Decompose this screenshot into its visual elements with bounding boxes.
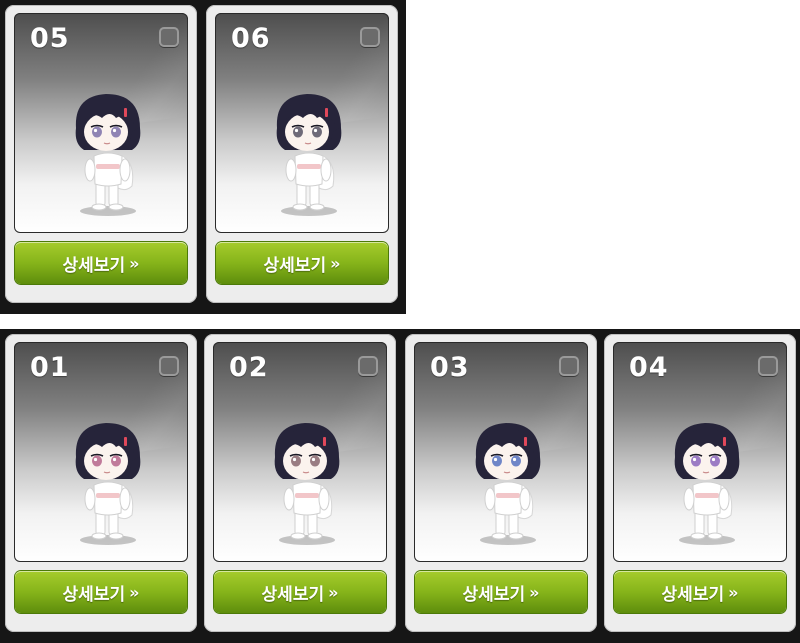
character-preview-panel: 01 bbox=[14, 342, 188, 562]
checkbox-icon[interactable] bbox=[159, 27, 179, 47]
character-card: 04 상세보기 » bbox=[604, 334, 796, 632]
checkbox-icon[interactable] bbox=[159, 356, 179, 376]
character-card: 03 상세보기 » bbox=[405, 334, 597, 632]
character-card: 05 상세보기 » bbox=[5, 5, 197, 303]
double-chevron-right-icon: » bbox=[728, 582, 739, 602]
view-details-label: 상세보기 bbox=[462, 584, 526, 605]
view-details-label: 상세보기 bbox=[62, 584, 126, 605]
character-avatar bbox=[274, 423, 340, 545]
checkbox-icon[interactable] bbox=[358, 356, 378, 376]
checkbox-icon[interactable] bbox=[758, 356, 778, 376]
view-details-button[interactable]: 상세보기 » bbox=[216, 242, 388, 284]
double-chevron-right-icon: » bbox=[330, 253, 341, 273]
character-preview-panel: 02 bbox=[213, 342, 387, 562]
view-details-label: 상세보기 bbox=[661, 584, 725, 605]
character-card: 01 상세보기 » bbox=[5, 334, 197, 632]
view-details-button[interactable]: 상세보기 » bbox=[614, 571, 786, 613]
slot-number: 04 bbox=[629, 352, 669, 383]
view-details-button[interactable]: 상세보기 » bbox=[15, 571, 187, 613]
double-chevron-right-icon: » bbox=[129, 582, 140, 602]
slot-number: 01 bbox=[30, 352, 70, 383]
character-preview-panel: 03 bbox=[414, 342, 588, 562]
slot-number: 06 bbox=[231, 23, 271, 54]
double-chevron-right-icon: » bbox=[129, 253, 140, 273]
character-avatar bbox=[674, 423, 740, 545]
view-details-button[interactable]: 상세보기 » bbox=[415, 571, 587, 613]
view-details-label: 상세보기 bbox=[62, 255, 126, 276]
character-card: 06 상세보기 » bbox=[206, 5, 398, 303]
character-card: 02 상세보기 » bbox=[204, 334, 396, 632]
slot-number: 03 bbox=[430, 352, 470, 383]
character-avatar bbox=[75, 423, 141, 545]
slot-number: 02 bbox=[229, 352, 269, 383]
view-details-label: 상세보기 bbox=[261, 584, 325, 605]
checkbox-icon[interactable] bbox=[360, 27, 380, 47]
double-chevron-right-icon: » bbox=[328, 582, 339, 602]
slot-number: 05 bbox=[30, 23, 70, 54]
checkbox-icon[interactable] bbox=[559, 356, 579, 376]
view-details-label: 상세보기 bbox=[263, 255, 327, 276]
character-preview-panel: 06 bbox=[215, 13, 389, 233]
character-avatar bbox=[276, 94, 342, 216]
view-details-button[interactable]: 상세보기 » bbox=[15, 242, 187, 284]
character-preview-panel: 04 bbox=[613, 342, 787, 562]
double-chevron-right-icon: » bbox=[529, 582, 540, 602]
character-avatar bbox=[75, 94, 141, 216]
view-details-button[interactable]: 상세보기 » bbox=[214, 571, 386, 613]
character-avatar bbox=[475, 423, 541, 545]
character-preview-panel: 05 bbox=[14, 13, 188, 233]
